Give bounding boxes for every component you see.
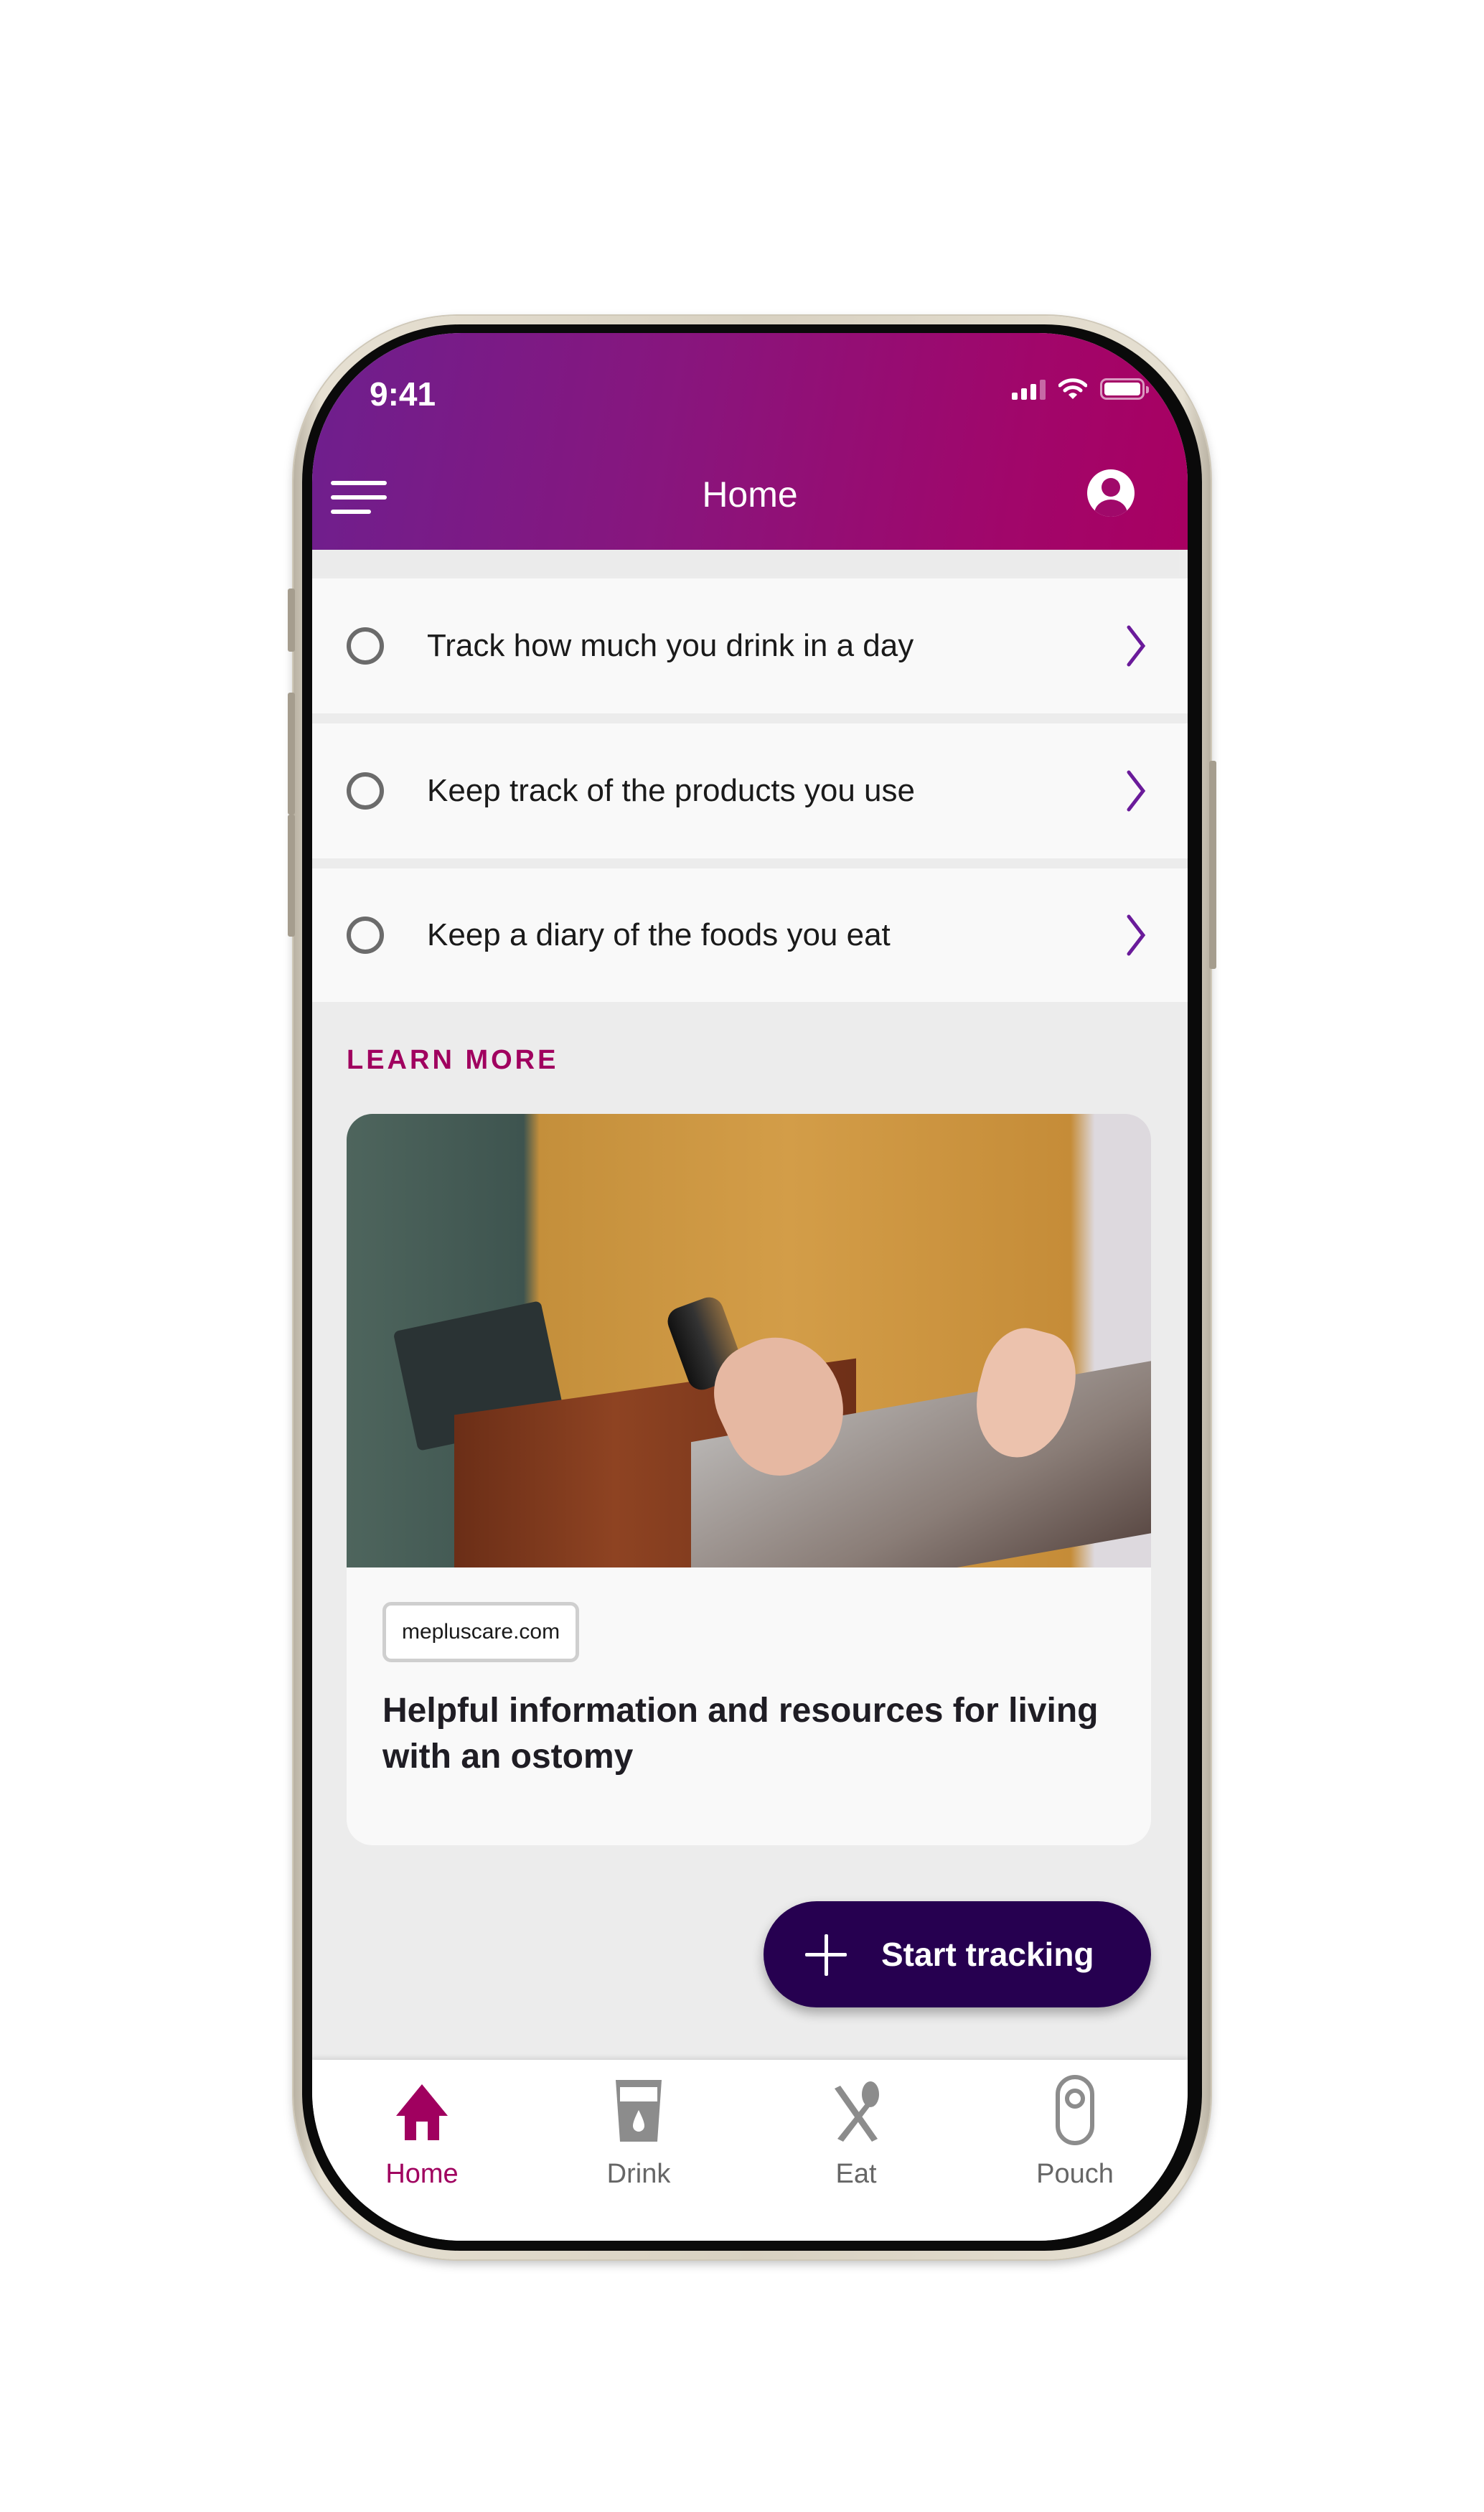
- mute-switch: [288, 589, 295, 652]
- task-radio-unchecked[interactable]: [347, 917, 384, 954]
- cellular-signal-icon: [1012, 378, 1046, 400]
- plus-icon: [805, 1934, 847, 1976]
- pouch-icon: [1056, 2075, 1094, 2145]
- nav-item-drink[interactable]: Drink: [553, 2060, 725, 2225]
- source-badge: mepluscare.com: [382, 1602, 580, 1662]
- fork-spoon-icon: [835, 2081, 879, 2142]
- power-button: [1209, 761, 1216, 969]
- task-label: Keep track of the products you use: [427, 773, 915, 808]
- app-header: 9:41 Home: [312, 333, 1188, 550]
- chevron-right-icon: [1127, 625, 1146, 667]
- task-item-foods[interactable]: Keep a diary of the foods you eat: [312, 868, 1188, 1002]
- wifi-icon: [1058, 378, 1087, 399]
- status-icons: [1012, 378, 1149, 400]
- nav-label: Pouch: [1036, 2159, 1114, 2189]
- status-time: 9:41: [370, 375, 436, 413]
- bottom-navigation: Home Drink Eat Pouch: [312, 2060, 1188, 2241]
- chevron-right-icon: [1127, 770, 1146, 812]
- home-icon: [396, 2084, 448, 2140]
- task-radio-unchecked[interactable]: [347, 772, 384, 810]
- drink-glass-icon: [616, 2080, 662, 2142]
- task-label: Keep a diary of the foods you eat: [427, 917, 891, 952]
- task-label: Track how much you drink in a day: [427, 628, 914, 663]
- article-card[interactable]: mepluscare.com Helpful information and r…: [347, 1114, 1151, 1845]
- nav-item-eat[interactable]: Eat: [770, 2060, 942, 2225]
- account-circle-icon[interactable]: [1087, 469, 1135, 517]
- task-radio-unchecked[interactable]: [347, 627, 384, 665]
- nav-item-pouch[interactable]: Pouch: [989, 2060, 1161, 2225]
- volume-down-button: [288, 815, 295, 937]
- battery-icon: [1100, 378, 1149, 400]
- nav-label: Drink: [606, 2159, 671, 2189]
- task-item-drink[interactable]: Track how much you drink in a day: [312, 578, 1188, 723]
- chevron-right-icon: [1127, 914, 1146, 956]
- article-image: [347, 1114, 1151, 1567]
- onboarding-task-list: Track how much you drink in a day Keep t…: [312, 578, 1188, 1002]
- phone-screen: 9:41 Home Track how much you drink in a …: [312, 333, 1188, 2241]
- nav-label: Home: [385, 2159, 459, 2189]
- article-title: Helpful information and resources for li…: [382, 1692, 1099, 1776]
- start-tracking-button[interactable]: Start tracking: [764, 1901, 1151, 2007]
- task-item-products[interactable]: Keep track of the products you use: [312, 723, 1188, 868]
- nav-label: Eat: [835, 2159, 877, 2189]
- volume-up-button: [288, 693, 295, 815]
- header-divider-strip: [312, 550, 1179, 576]
- start-tracking-label: Start tracking: [881, 1936, 1094, 1973]
- page-title: Home: [702, 474, 798, 515]
- learn-more-heading: LEARN MORE: [347, 1045, 559, 1075]
- nav-item-home[interactable]: Home: [336, 2060, 508, 2225]
